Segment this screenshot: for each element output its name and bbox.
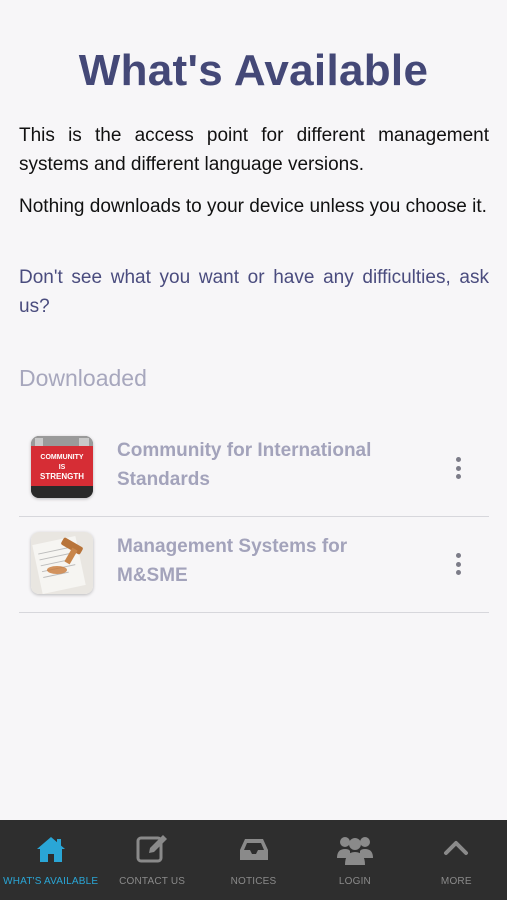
bottom-tab-bar: WHAT'S AVAILABLE CONTACT US NOTICES LOGI… <box>0 820 507 900</box>
tab-label: MORE <box>440 876 472 887</box>
tab-label: LOGIN <box>338 876 371 887</box>
tab-contact-us[interactable]: CONTACT US <box>101 820 202 900</box>
community-thumbnail: COMMUNITY IS STRENGTH <box>31 436 93 498</box>
list-item-title: Management Systems for M&SME <box>117 536 348 586</box>
download-note-paragraph: Nothing downloads to your device unless … <box>19 196 487 217</box>
list-item-community[interactable]: COMMUNITY IS STRENGTH Community for Inte… <box>19 421 489 517</box>
home-icon <box>35 834 67 869</box>
tab-whats-available[interactable]: WHAT'S AVAILABLE <box>0 820 101 900</box>
tab-label: WHAT'S AVAILABLE <box>3 876 99 887</box>
tab-notices[interactable]: NOTICES <box>203 820 304 900</box>
contact-link-paragraph[interactable]: Don't see what you want or have any diff… <box>19 263 489 321</box>
more-options-icon[interactable] <box>453 553 463 575</box>
downloaded-heading: Downloaded <box>19 365 147 391</box>
thumb-text-2: IS <box>59 464 66 471</box>
tab-label: CONTACT US <box>119 876 186 887</box>
users-icon <box>336 834 374 871</box>
intro-paragraph: This is the access point for different m… <box>19 125 489 175</box>
downloaded-list: COMMUNITY IS STRENGTH Community for Inte… <box>19 421 489 613</box>
page-title: What's Available <box>78 46 429 95</box>
chevron-up-icon <box>441 834 471 869</box>
list-item-title: Community for International Standards <box>117 440 372 490</box>
main-content: What's Available This is the access poin… <box>0 0 507 820</box>
tab-label: NOTICES <box>230 876 277 887</box>
edit-icon <box>135 834 169 869</box>
list-item-management-systems[interactable]: Management Systems for M&SME <box>19 517 489 613</box>
thumb-text-1: COMMUNITY <box>40 454 83 461</box>
more-options-icon[interactable] <box>453 457 463 479</box>
management-thumbnail <box>31 532 93 594</box>
tab-more[interactable]: MORE <box>406 820 507 900</box>
inbox-icon <box>238 834 270 869</box>
thumb-text-3: STRENGTH <box>40 472 84 481</box>
tab-login[interactable]: LOGIN <box>304 820 405 900</box>
